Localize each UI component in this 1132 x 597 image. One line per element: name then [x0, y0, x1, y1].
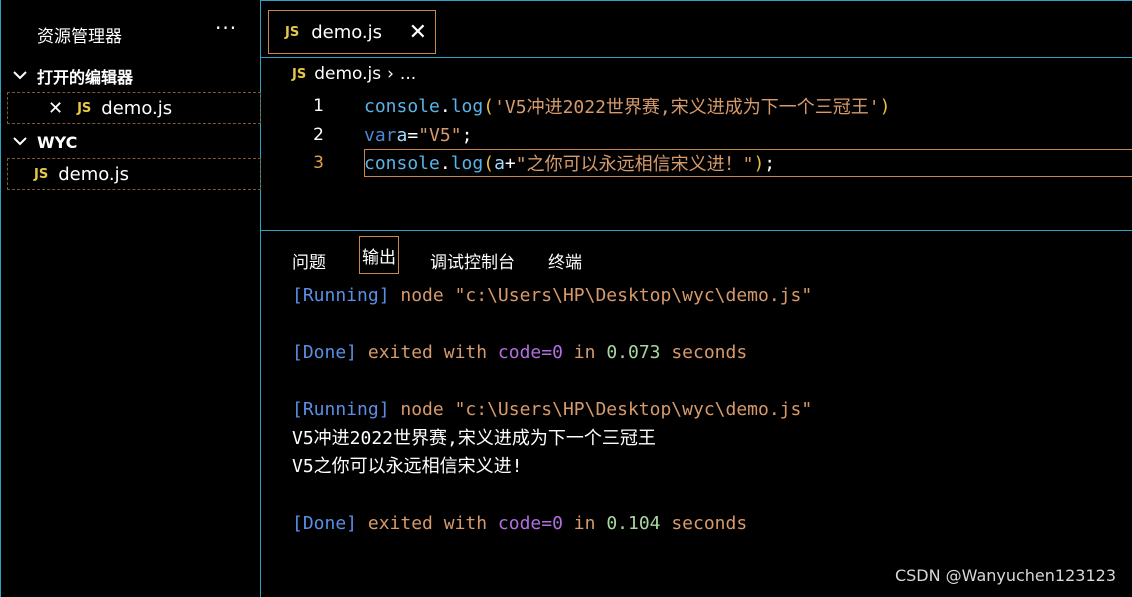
- file-name: demo.js: [58, 163, 130, 185]
- folder-header-wyc[interactable]: WYC: [13, 129, 77, 155]
- js-file-icon: JS: [34, 166, 49, 182]
- token: ): [753, 152, 765, 174]
- token: 'V5冲进2022世界赛,宋义进成为下一个三冠王': [494, 97, 880, 118]
- tab-debug-console[interactable]: 调试控制台: [430, 248, 515, 273]
- token: .: [439, 152, 451, 174]
- open-editor-filename: demo.js: [101, 97, 173, 119]
- token: +: [504, 152, 516, 174]
- js-file-icon: JS: [285, 24, 300, 40]
- token: (: [483, 95, 495, 117]
- output-text: seconds: [660, 513, 748, 534]
- token: ;: [764, 152, 776, 174]
- token: log: [450, 152, 484, 174]
- breadcrumb-file[interactable]: demo.js: [314, 64, 381, 84]
- explorer-sidebar: 资源管理器 ··· 打开的编辑器 ✕ JS demo.js WYC JS dem…: [0, 0, 261, 597]
- output-line: [Running] node "c:\Users\HP\Desktop\wyc\…: [292, 282, 812, 310]
- output-line: [Done] exited with code=0 in 0.073 secon…: [292, 339, 747, 367]
- open-editors-header[interactable]: 打开的编辑器: [13, 63, 133, 89]
- breadcrumb: JS demo.js › ...: [292, 64, 416, 84]
- token: ): [879, 95, 891, 117]
- token: a: [494, 152, 505, 174]
- token: .: [439, 95, 451, 117]
- code-line-1[interactable]: 1 console. log('V5冲进2022世界赛,宋义进成为下一个三冠王'): [262, 92, 1132, 120]
- line-number: 1: [313, 96, 324, 116]
- js-file-icon: JS: [77, 100, 92, 116]
- line-number: 3: [313, 153, 324, 173]
- tab-label: demo.js: [311, 21, 383, 43]
- open-editors-label: 打开的编辑器: [37, 68, 134, 87]
- output-command: node "c:\Users\HP\Desktop\wyc\demo.js": [389, 399, 813, 420]
- line-number: 2: [313, 125, 324, 145]
- output-text: exited with: [357, 342, 498, 363]
- token: (: [483, 152, 495, 174]
- tab-problems[interactable]: 问题: [292, 248, 326, 273]
- output-text: in: [562, 513, 607, 534]
- code-line-3[interactable]: 3 console. log(a + "之你可以永远相信宋义进！");: [262, 149, 1132, 177]
- token: console: [364, 152, 440, 174]
- output-text: exited with: [357, 513, 498, 534]
- watermark: CSDN @Wanyuchen123123: [894, 566, 1116, 585]
- output-text: in: [562, 342, 607, 363]
- token: console: [364, 95, 440, 117]
- token: ;: [461, 124, 473, 146]
- token: =: [407, 124, 419, 146]
- tab-terminal[interactable]: 终端: [548, 248, 582, 273]
- folder-label: WYC: [37, 132, 78, 152]
- file-item-demo[interactable]: JS demo.js: [7, 158, 261, 190]
- output-tag: [Done]: [292, 342, 358, 363]
- output-code: code=0: [497, 342, 563, 363]
- close-icon[interactable]: ✕: [409, 20, 427, 45]
- token: "V5": [418, 124, 462, 146]
- output-line: [Done] exited with code=0 in 0.104 secon…: [292, 510, 747, 538]
- chevron-down-icon: [13, 68, 31, 84]
- tab-demo-js[interactable]: JS demo.js ✕: [268, 10, 436, 54]
- program-output-line-2: V5之你可以永远相信宋义进!: [292, 456, 523, 477]
- program-output-line-1: V5冲进2022世界赛,宋义进成为下一个三冠王: [292, 428, 656, 449]
- output-tag: [Done]: [292, 513, 358, 534]
- open-editor-item-demo[interactable]: ✕ JS demo.js: [7, 92, 261, 124]
- tab-output[interactable]: 输出: [359, 236, 399, 274]
- output-tag: [Running]: [292, 285, 390, 306]
- breadcrumb-separator: ›: [387, 64, 394, 84]
- token: var: [364, 124, 397, 146]
- output-text: seconds: [660, 342, 748, 363]
- token: "之你可以永远相信宋义进！": [515, 154, 754, 175]
- explorer-title: 资源管理器: [37, 27, 122, 47]
- chevron-down-icon: [13, 134, 31, 150]
- output-command: node "c:\Users\HP\Desktop\wyc\demo.js": [389, 285, 813, 306]
- output-code: code=0: [497, 513, 563, 534]
- breadcrumb-rest[interactable]: ...: [400, 64, 416, 84]
- token: a: [396, 124, 408, 146]
- code-line-2[interactable]: 2 var a = "V5";: [262, 121, 1132, 149]
- close-icon[interactable]: ✕: [48, 98, 63, 119]
- output-duration: 0.073: [606, 342, 661, 363]
- output-tag: [Running]: [292, 399, 390, 420]
- more-actions-icon[interactable]: ···: [215, 16, 237, 40]
- output-duration: 0.104: [606, 513, 661, 534]
- js-file-icon: JS: [292, 66, 307, 82]
- token: log: [450, 95, 484, 117]
- output-line: [Running] node "c:\Users\HP\Desktop\wyc\…: [292, 396, 812, 424]
